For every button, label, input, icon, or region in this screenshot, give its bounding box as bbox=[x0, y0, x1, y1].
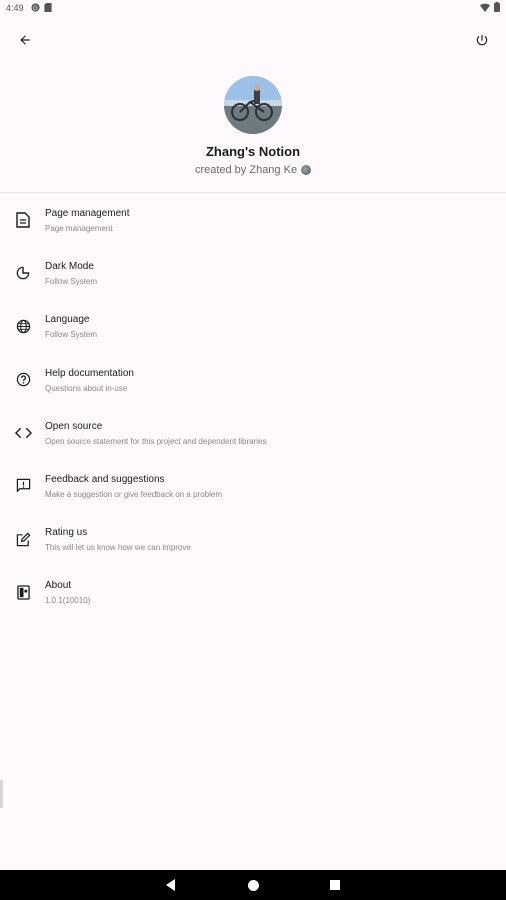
logout-button[interactable] bbox=[468, 26, 496, 54]
code-icon bbox=[14, 424, 32, 442]
edge-gesture-handle bbox=[0, 780, 3, 808]
avatar-photo bbox=[224, 76, 282, 134]
menu-item-subtitle: Make a suggestion or give feedback on a … bbox=[45, 489, 222, 499]
nav-back-icon[interactable] bbox=[166, 879, 175, 891]
menu-item-subtitle: Page management bbox=[45, 224, 113, 233]
creator-label: created by Zhang Ke bbox=[194, 164, 298, 176]
profile-header: Zhang's Notion created by Zhang Ke bbox=[0, 76, 506, 176]
status-bar: 4:49 G bbox=[0, 0, 506, 17]
power-icon bbox=[476, 34, 488, 46]
menu-item-subtitle: Follow System bbox=[45, 330, 98, 340]
avatar[interactable] bbox=[224, 76, 282, 134]
status-notification-icons: G bbox=[31, 3, 52, 12]
settings-menu: Page management Page management Dark Mod… bbox=[0, 196, 506, 622]
status-time: 4:49 bbox=[6, 3, 24, 13]
menu-item-subtitle: 1.0.1(10010) bbox=[45, 596, 91, 606]
menu-item-title: Feedback and suggestions bbox=[45, 473, 165, 485]
about-icon bbox=[14, 583, 32, 601]
menu-item-title: About bbox=[45, 580, 72, 592]
back-button[interactable] bbox=[11, 26, 39, 54]
app-notification-icon: G bbox=[31, 3, 40, 12]
menu-item-subtitle: This will let us know how we can improve bbox=[45, 543, 191, 553]
creator-avatar bbox=[301, 165, 312, 175]
menu-item-language[interactable]: Language Follow System bbox=[0, 302, 506, 355]
arrow-back-icon bbox=[20, 35, 30, 45]
document-icon bbox=[14, 211, 32, 229]
top-app-bar bbox=[0, 17, 506, 63]
navigation-bar bbox=[0, 870, 506, 900]
globe-icon bbox=[14, 317, 32, 335]
menu-item-subtitle: Open source statement for this project a… bbox=[45, 436, 267, 446]
rate-review-icon bbox=[14, 530, 32, 548]
profile-creator: created by Zhang Ke bbox=[0, 164, 506, 176]
menu-item-open-source[interactable]: Open source Open source statement for th… bbox=[0, 409, 506, 462]
sd-card-icon bbox=[44, 3, 52, 12]
help-icon bbox=[14, 371, 32, 389]
menu-item-title: Open source bbox=[45, 420, 103, 432]
nav-recents-icon[interactable] bbox=[330, 880, 340, 890]
battery-icon bbox=[494, 2, 500, 12]
menu-item-subtitle: Questions about in-use bbox=[45, 383, 128, 393]
status-system-icons bbox=[480, 2, 500, 12]
menu-item-title: Page management bbox=[45, 208, 130, 219]
menu-item-rating[interactable]: Rating us This will let us know how we c… bbox=[0, 515, 506, 568]
nav-home-icon[interactable] bbox=[248, 880, 259, 891]
feedback-icon bbox=[14, 477, 32, 495]
menu-item-page-management[interactable]: Page management Page management bbox=[0, 196, 506, 249]
menu-item-feedback[interactable]: Feedback and suggestions Make a suggesti… bbox=[0, 462, 506, 515]
menu-item-title: Dark Mode bbox=[45, 261, 94, 273]
menu-item-dark-mode[interactable]: Dark Mode Follow System bbox=[0, 249, 506, 302]
wifi-icon bbox=[480, 3, 490, 12]
menu-item-subtitle: Follow System bbox=[45, 277, 98, 287]
menu-item-help-documentation[interactable]: Help documentation Questions about in-us… bbox=[0, 356, 506, 409]
menu-item-title: Rating us bbox=[45, 527, 88, 539]
menu-item-title: Language bbox=[45, 314, 90, 326]
divider bbox=[0, 192, 506, 193]
profile-name: Zhang's Notion bbox=[205, 144, 301, 159]
menu-item-about[interactable]: About 1.0.1(10010) bbox=[0, 568, 506, 621]
dark-mode-icon bbox=[14, 264, 32, 282]
menu-item-title: Help documentation bbox=[45, 367, 134, 379]
svg-text:G: G bbox=[33, 5, 38, 12]
